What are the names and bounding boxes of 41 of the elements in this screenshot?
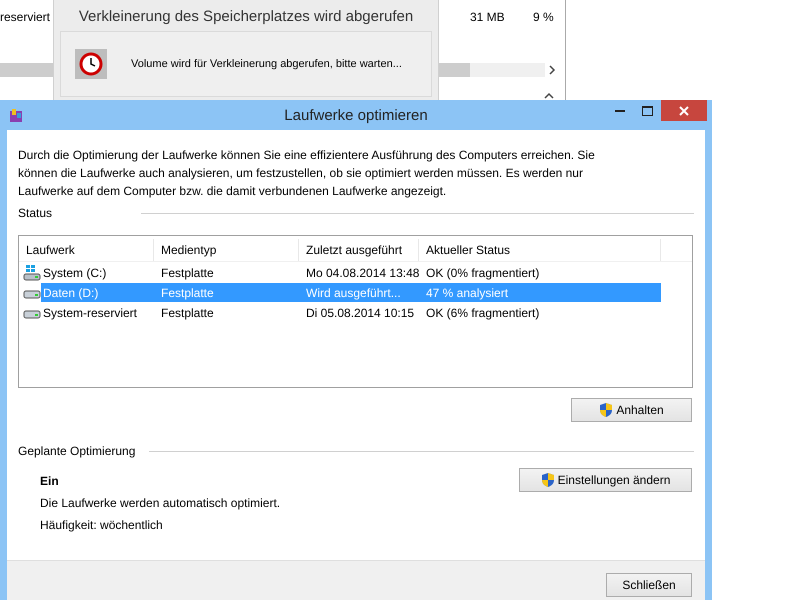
windows-drive-icon [23, 264, 41, 280]
dialog-title: Verkleinerung des Speicherplatzes wird abgerufen [78, 8, 414, 25]
section-label: Status [18, 206, 52, 220]
column-header[interactable]: Zuletzt ausgeführt [299, 239, 419, 261]
clock-icon [75, 49, 107, 79]
schedule-info: Häufigkeit: wöchentlich [40, 518, 164, 532]
column-header[interactable]: Aktueller Status [419, 239, 661, 261]
table-cell: Festplatte [154, 283, 299, 302]
table-cell-text: Mo 04.08.2014 13:48 [305, 264, 419, 282]
table-cell: 47 % analysiert [419, 283, 661, 302]
drive-name[interactable]: System-reserviert [41, 303, 154, 322]
minimize-icon [615, 109, 625, 112]
scroll-up-icon[interactable] [544, 92, 554, 99]
scroll-right-icon[interactable] [548, 65, 556, 75]
close-icon [679, 106, 689, 116]
column-header[interactable]: Laufwerk [19, 239, 154, 261]
table-cell: Wird ausgeführt... [299, 283, 419, 302]
table-cell-text: Festplatte [160, 264, 215, 282]
app-icon [9, 108, 23, 123]
schedule-state: Ein [40, 474, 60, 488]
column-header[interactable]: Medientyp [154, 239, 299, 261]
section-label: Geplante Optimierung [18, 444, 136, 458]
window-title: Laufwerke optimieren [284, 107, 428, 124]
shield-icon [540, 472, 555, 488]
table-cell-text: Festplatte [160, 304, 215, 322]
stop-button[interactable]: Anhalten [571, 398, 692, 422]
table-cell: reserviert [0, 10, 50, 24]
maximize-icon [642, 106, 652, 116]
table-cell: 31 MB [470, 10, 505, 24]
description-text: Durch die Optimierung der Laufwerke können Sie eine effizientere Ausführung des Computers erreichen. Sie können die Laufwerke auch analysieren, um festzustellen, ob sie optimiert werden müssen. Es werden nur Laufwerke auf dem Computer bzw. die damit verbundenen Laufwerke angezeigt. [18, 147, 596, 200]
table-cell-text: OK (6% fragmentiert) [425, 304, 540, 322]
change-settings-button[interactable]: Einstellungen ändern [519, 468, 692, 492]
table-cell-text: Di 05.08.2014 10:15 [305, 304, 416, 322]
close-dialog-button[interactable]: Schließen [606, 573, 692, 597]
dialog-message: Volume wird für Verkleinerung abgerufen, bitte warten... [131, 58, 402, 70]
table-cell: 9 % [533, 10, 554, 24]
close-button[interactable] [661, 100, 707, 121]
drive-name[interactable]: System (C:) [41, 263, 154, 282]
table-cell-text: OK (0% fragmentiert) [425, 264, 540, 282]
schedule-info: Die Laufwerke werden automatisch optimiert. [40, 496, 280, 510]
shield-icon [599, 402, 614, 418]
